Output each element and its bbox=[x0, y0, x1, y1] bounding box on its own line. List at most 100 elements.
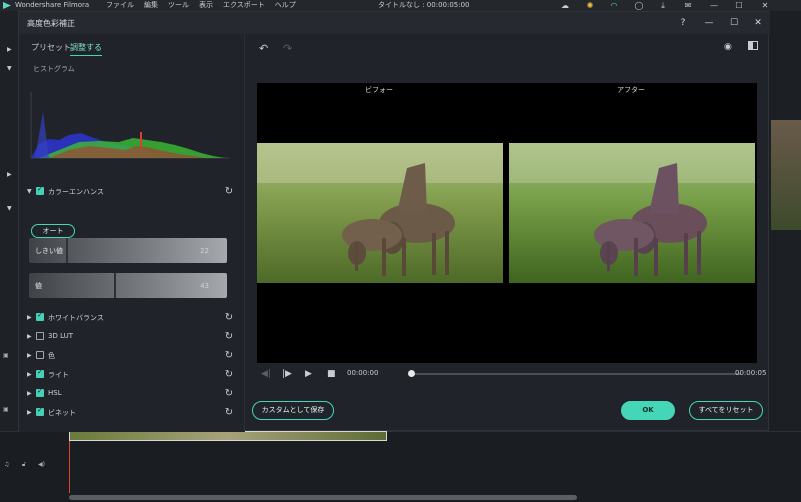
light-reset-icon[interactable]: ↻ bbox=[224, 370, 234, 380]
color-enhance-expand-icon[interactable]: ▼ bbox=[27, 188, 32, 195]
light-checkbox[interactable] bbox=[36, 368, 44, 378]
help-icon[interactable]: ? bbox=[677, 17, 689, 29]
threshold-slider[interactable]: しきい値 22 bbox=[29, 238, 227, 263]
color-label: 色 bbox=[48, 352, 55, 360]
lock-icon[interactable]: 🔓︎ bbox=[22, 461, 26, 469]
tab-adjust[interactable]: 調整する bbox=[70, 42, 102, 56]
menu-help[interactable]: ヘルプ bbox=[275, 0, 296, 11]
reset-all-button[interactable]: すべてをリセット bbox=[689, 401, 763, 420]
mail-icon[interactable]: ✉ bbox=[683, 1, 693, 10]
download-icon[interactable]: ⤓ bbox=[658, 1, 668, 10]
auto-button[interactable]: オート bbox=[31, 224, 75, 238]
white-balance-reset-icon[interactable]: ↻ bbox=[224, 313, 234, 323]
after-label: アフター bbox=[617, 86, 645, 94]
lut-label: 3D LUT bbox=[48, 332, 74, 340]
dialog-title: 高度色彩補正 bbox=[27, 19, 75, 28]
histogram-label: ヒストグラム bbox=[33, 65, 75, 73]
save-as-custom-button[interactable]: カスタムとして保存 bbox=[252, 401, 334, 420]
white-balance-expand-icon[interactable]: ▶ bbox=[27, 314, 32, 321]
before-label: ビフォー bbox=[365, 86, 393, 94]
histogram-graph bbox=[30, 92, 229, 159]
lut-reset-icon[interactable]: ↻ bbox=[224, 332, 234, 342]
color-enhance-label: カラーエンハンス bbox=[48, 188, 104, 196]
collapse-arrow-icon: ▶ bbox=[7, 46, 12, 53]
filmora-logo-icon bbox=[3, 2, 11, 9]
menu-tools[interactable]: ツール bbox=[168, 0, 189, 11]
adjustment-panel: プリセット 調整する ヒストグラム ▼ カラーエンハンス ↻ オート しきい値 … bbox=[19, 34, 245, 432]
menu-view[interactable]: 表示 bbox=[199, 0, 213, 11]
lut-expand-icon[interactable]: ▶ bbox=[27, 333, 32, 340]
color-expand-icon[interactable]: ▶ bbox=[27, 352, 32, 359]
menu-edit[interactable]: 編集 bbox=[144, 0, 158, 11]
ok-button[interactable]: OK bbox=[621, 401, 675, 420]
light-expand-icon[interactable]: ▶ bbox=[27, 371, 32, 378]
color-checkbox[interactable] bbox=[36, 351, 44, 359]
seek-bar[interactable] bbox=[411, 373, 741, 375]
vignette-checkbox[interactable] bbox=[36, 406, 44, 416]
hsl-label: HSL bbox=[48, 389, 62, 397]
amount-slider-handle[interactable] bbox=[114, 273, 116, 298]
app-window: Wondershare Filmora ファイル 編集 ツール 表示 エクスポー… bbox=[0, 0, 801, 502]
collapse-arrow-icon: ▶ bbox=[7, 171, 12, 178]
amount-slider[interactable]: 値 43 bbox=[29, 273, 227, 298]
track-video-icon: ▣ bbox=[3, 406, 9, 413]
vignette-reset-icon[interactable]: ↻ bbox=[224, 408, 234, 418]
lut-checkbox[interactable] bbox=[36, 332, 44, 340]
preview-area: ビフォー アフター bbox=[257, 83, 757, 363]
after-image bbox=[509, 143, 755, 283]
eye-icon[interactable]: ◉ bbox=[724, 42, 732, 52]
hsl-reset-icon[interactable]: ↻ bbox=[224, 389, 234, 399]
timeline: ♫ 🔓︎ ◀) bbox=[0, 431, 801, 502]
cloud-icon[interactable]: ☁ bbox=[560, 1, 570, 10]
color-enhance-checkbox[interactable] bbox=[36, 185, 44, 195]
app-maximize-icon[interactable]: ☐ bbox=[734, 1, 744, 10]
playback-controls: ◀| |▶ ▶ ■ 00:00:00 00:00:05 bbox=[257, 367, 766, 389]
before-image bbox=[257, 143, 503, 283]
current-time: 00:00:00 bbox=[347, 369, 379, 377]
document-title: タイトルなし : 00:00:05:00 bbox=[378, 1, 470, 9]
seek-handle[interactable] bbox=[408, 370, 415, 377]
app-minimize-icon[interactable]: — bbox=[709, 1, 719, 10]
minimize-icon[interactable]: — bbox=[703, 17, 715, 29]
timeline-playhead[interactable] bbox=[69, 441, 70, 493]
hsl-checkbox[interactable] bbox=[36, 387, 44, 397]
dialog-titlebar: 高度色彩補正 ? — ☐ ✕ bbox=[19, 12, 770, 34]
amount-value: 43 bbox=[200, 282, 209, 290]
threshold-slider-handle[interactable] bbox=[66, 238, 68, 263]
white-balance-checkbox[interactable] bbox=[36, 311, 44, 321]
vignette-label: ビネット bbox=[48, 409, 76, 417]
speaker-icon[interactable]: ◀) bbox=[38, 461, 45, 468]
menu-export[interactable]: エクスポート bbox=[223, 0, 265, 11]
step-forward-icon[interactable]: |▶ bbox=[282, 367, 292, 381]
color-correction-dialog: 高度色彩補正 ? — ☐ ✕ プリセット 調整する ヒストグラム ▼ カラーエン… bbox=[18, 11, 770, 432]
timeline-scrollbar[interactable] bbox=[69, 495, 577, 500]
app-titlebar: Wondershare Filmora ファイル 編集 ツール 表示 エクスポー… bbox=[0, 0, 801, 11]
play-icon[interactable]: ▶ bbox=[305, 367, 312, 381]
color-enhance-reset-icon[interactable]: ↻ bbox=[224, 187, 234, 197]
headset-icon[interactable]: ◠ bbox=[609, 1, 619, 10]
tab-preset[interactable]: プリセット bbox=[31, 42, 71, 53]
undo-icon[interactable]: ↶ bbox=[259, 42, 268, 55]
close-icon[interactable]: ✕ bbox=[752, 17, 764, 29]
bulb-icon[interactable]: ✺ bbox=[585, 1, 595, 10]
color-reset-icon[interactable]: ↻ bbox=[224, 351, 234, 361]
stop-icon[interactable]: ■ bbox=[327, 367, 336, 381]
amount-label: 値 bbox=[35, 282, 42, 290]
app-close-icon[interactable]: ✕ bbox=[760, 1, 770, 10]
editor-left-strip: ▶ ▼ ▶ ▼ ▣ ▣ bbox=[0, 11, 18, 502]
split-compare-icon[interactable] bbox=[748, 41, 758, 50]
vignette-expand-icon[interactable]: ▶ bbox=[27, 409, 32, 416]
maximize-icon[interactable]: ☐ bbox=[728, 17, 740, 29]
threshold-value: 22 bbox=[200, 247, 209, 255]
track-video-icon: ▣ bbox=[3, 352, 9, 359]
white-balance-label: ホワイトバランス bbox=[48, 314, 104, 322]
timeline-clip[interactable] bbox=[69, 431, 387, 441]
menu-file[interactable]: ファイル bbox=[106, 0, 134, 11]
account-icon[interactable]: ◯ bbox=[634, 1, 644, 10]
redo-icon[interactable]: ↷ bbox=[283, 42, 292, 55]
menu-bar: ファイル 編集 ツール 表示 エクスポート ヘルプ bbox=[106, 0, 296, 11]
previous-frame-icon[interactable]: ◀| bbox=[261, 367, 271, 381]
expand-arrow-icon: ▼ bbox=[7, 65, 12, 72]
hsl-expand-icon[interactable]: ▶ bbox=[27, 390, 32, 397]
expand-arrow-icon: ▼ bbox=[7, 205, 12, 212]
